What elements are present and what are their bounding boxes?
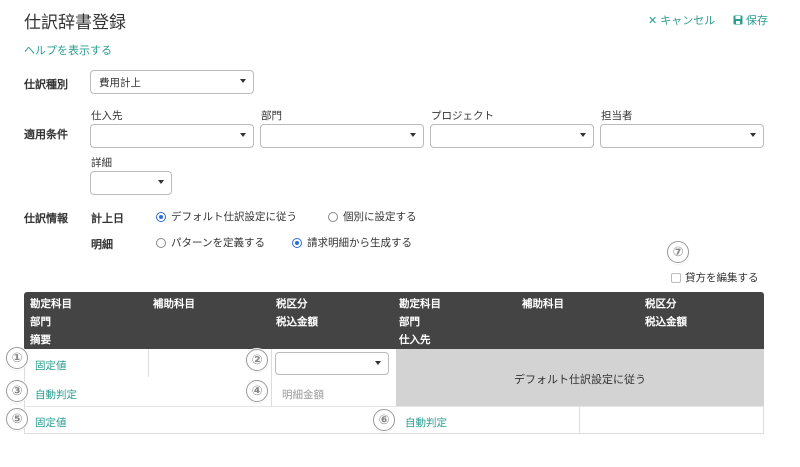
radio-selected-icon — [156, 211, 166, 222]
credit-account-header: 勘定科目 — [399, 298, 441, 310]
cancel-label: キャンセル — [660, 14, 716, 27]
project-label: プロジェクト — [431, 110, 494, 122]
annotation-badge-5: ⑤ — [6, 408, 28, 430]
chevron-down-icon — [580, 133, 586, 137]
chevron-down-icon — [158, 180, 164, 184]
posting-date-default-label: デフォルト仕訳設定に従う — [171, 211, 297, 223]
chevron-down-icon — [410, 133, 416, 137]
credit-tax-header: 税区分 — [645, 298, 677, 310]
detail-label: 詳細 — [91, 157, 112, 169]
details-pattern-radio[interactable]: パターンを定義する — [156, 235, 265, 250]
journal-type-value: 費用計上 — [99, 76, 141, 89]
annotation-badge-2: ② — [246, 349, 268, 371]
detail-select[interactable] — [90, 171, 172, 195]
save-button[interactable]: 保存 — [733, 12, 768, 28]
credit-supplier-auto-link[interactable]: 自動判定 — [405, 415, 447, 430]
chevron-down-icon — [240, 133, 246, 137]
radio-unselected-icon — [156, 237, 166, 248]
help-link[interactable]: ヘルプを表示する — [24, 42, 112, 58]
checkbox-unchecked-icon — [671, 272, 681, 283]
debit-sub-account-header: 補助科目 — [153, 298, 195, 310]
posting-date-custom-label: 個別に設定する — [343, 211, 417, 223]
posting-date-default-radio[interactable]: デフォルト仕訳設定に従う — [156, 209, 297, 224]
conditions-label: 適用条件 — [24, 128, 68, 141]
posting-date-custom-radio[interactable]: 個別に設定する — [328, 209, 417, 224]
edit-credit-checkbox[interactable]: 貸方を編集する — [671, 270, 759, 285]
journal-type-label: 仕訳種別 — [24, 78, 68, 91]
project-select[interactable] — [430, 124, 594, 148]
journal-info-label: 仕訳情報 — [24, 212, 68, 225]
page-title: 仕訳辞書登録 — [24, 13, 126, 33]
annotation-badge-3: ③ — [6, 380, 28, 402]
person-label: 担当者 — [601, 110, 633, 122]
supplier-label: 仕入先 — [91, 110, 123, 122]
debit-account-fixed-link[interactable]: 固定値 — [35, 358, 67, 373]
annotation-badge-1: ① — [6, 347, 28, 369]
debit-memo-header: 摘要 — [30, 334, 51, 346]
radio-selected-icon — [292, 237, 302, 248]
cell-divider — [579, 406, 580, 434]
credit-default-text: デフォルト仕訳設定に従う — [514, 373, 646, 386]
chevron-down-icon — [240, 79, 246, 83]
details-generate-radio[interactable]: 請求明細から生成する — [292, 235, 412, 250]
chevron-down-icon — [750, 133, 756, 137]
credit-tax-included-header: 税込金額 — [645, 316, 687, 328]
cancel-button[interactable]: ✕ キャンセル — [648, 12, 715, 28]
department-label: 部門 — [261, 110, 282, 122]
details-label: 明細 — [91, 238, 113, 251]
radio-unselected-icon — [328, 211, 338, 222]
credit-default-area: デフォルト仕訳設定に従う — [396, 349, 764, 406]
credit-supplier-header: 仕入先 — [399, 334, 431, 346]
chevron-down-icon — [375, 361, 381, 365]
debit-tax-select[interactable] — [275, 352, 389, 375]
save-icon — [733, 15, 743, 25]
details-generate-label: 請求明細から生成する — [307, 237, 412, 249]
row-divider — [24, 406, 764, 407]
details-pattern-label: パターンを定義する — [171, 237, 265, 249]
close-icon: ✕ — [648, 13, 658, 27]
debit-department-auto-link[interactable]: 自動判定 — [35, 387, 77, 402]
debit-tax-included-header: 税込金額 — [276, 316, 318, 328]
credit-sub-account-header: 補助科目 — [522, 298, 564, 310]
debit-account-header: 勘定科目 — [30, 298, 72, 310]
cell-divider — [148, 349, 149, 377]
annotation-badge-6: ⑥ — [373, 409, 395, 431]
person-select[interactable] — [600, 124, 764, 148]
annotation-badge-7: ⑦ — [667, 241, 689, 263]
credit-department-header: 部門 — [399, 316, 420, 328]
save-label: 保存 — [746, 14, 768, 27]
debit-department-header: 部門 — [30, 316, 51, 328]
edit-credit-label: 貸方を編集する — [685, 272, 759, 284]
debit-tax-header: 税区分 — [276, 298, 308, 310]
debit-amount-placeholder: 明細金額 — [282, 389, 324, 401]
journal-type-select[interactable]: 費用計上 — [90, 70, 254, 94]
annotation-badge-4: ④ — [246, 380, 268, 402]
department-select[interactable] — [260, 124, 424, 148]
supplier-select[interactable] — [90, 124, 254, 148]
posting-date-label: 計上日 — [91, 212, 124, 225]
cell-divider — [271, 349, 272, 406]
journal-table-header: 勘定科目 補助科目 税区分 部門 税込金額 摘要 勘定科目 補助科目 税区分 部… — [24, 292, 764, 349]
debit-memo-fixed-link[interactable]: 固定値 — [35, 415, 67, 430]
